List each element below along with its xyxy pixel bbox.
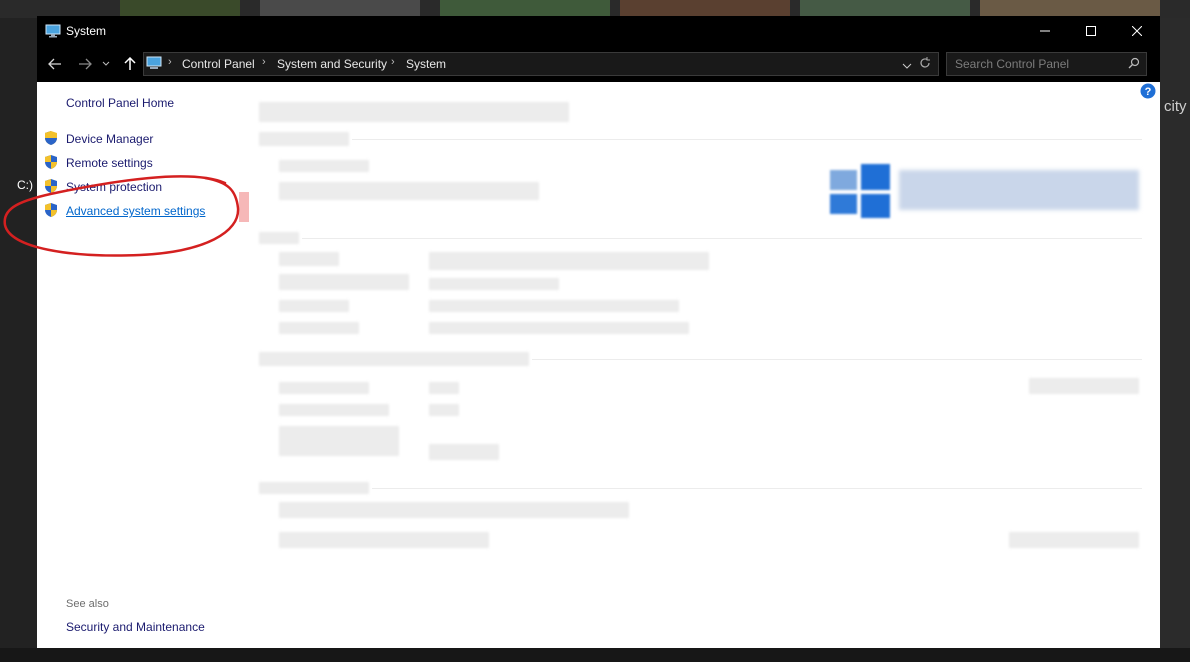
- city-label: city: [1164, 98, 1187, 115]
- up-button[interactable]: [119, 54, 141, 74]
- refresh-icon[interactable]: [919, 56, 931, 73]
- divider: [302, 238, 1142, 239]
- breadcrumb-control-panel[interactable]: Control Panel: [182, 57, 255, 71]
- blurred-value: [429, 300, 679, 312]
- blurred-heading: [259, 102, 569, 122]
- back-button[interactable]: [44, 54, 66, 74]
- desktop-bottom-strip: [0, 648, 1190, 662]
- system-window: System › Control Panel › System and Secu…: [37, 16, 1160, 648]
- security-and-maintenance-link[interactable]: Security and Maintenance: [66, 620, 205, 634]
- monitor-icon: [45, 24, 61, 43]
- address-bar[interactable]: › Control Panel › System and Security › …: [143, 52, 939, 76]
- title-bar[interactable]: System: [37, 16, 1160, 46]
- close-button[interactable]: [1114, 16, 1160, 46]
- blurred-label: [279, 252, 339, 266]
- advanced-system-settings-link[interactable]: Advanced system settings: [66, 204, 205, 218]
- uac-shield-icon: [43, 154, 59, 175]
- blurred-text: [279, 182, 539, 200]
- blurred-section-label: [259, 132, 349, 146]
- blurred-value: [429, 278, 559, 290]
- system-info-content-blurred: [257, 82, 1147, 582]
- uac-shield-icon: [43, 202, 59, 223]
- uac-shield-icon: [43, 178, 59, 199]
- divider: [372, 488, 1142, 489]
- address-dropdown-chevron-icon[interactable]: [902, 59, 912, 73]
- recent-locations-chevron-icon[interactable]: [99, 54, 113, 74]
- blurred-section-label: [259, 352, 529, 366]
- blurred-label: [279, 300, 349, 312]
- blurred-value: [429, 404, 459, 416]
- blurred-text: [279, 502, 629, 518]
- highlight-mark: [239, 192, 249, 222]
- breadcrumb-separator-icon: ›: [391, 56, 395, 68]
- breadcrumb-separator-icon: ›: [168, 56, 172, 68]
- blurred-value: [429, 444, 499, 460]
- blurred-label: [279, 426, 399, 456]
- blurred-value: [429, 382, 459, 394]
- control-panel-home-link[interactable]: Control Panel Home: [66, 96, 174, 110]
- blurred-link: [1029, 378, 1139, 394]
- remote-settings-link[interactable]: Remote settings: [66, 156, 153, 170]
- blurred-value: [429, 252, 709, 270]
- blurred-section-label: [259, 482, 369, 494]
- search-icon[interactable]: [1128, 57, 1140, 72]
- search-placeholder: Search Control Panel: [955, 57, 1070, 71]
- breadcrumb-separator-icon: ›: [262, 56, 266, 68]
- system-protection-link[interactable]: System protection: [66, 180, 162, 194]
- drive-label: C:): [17, 178, 33, 192]
- window-title: System: [66, 24, 107, 38]
- navigation-bar: › Control Panel › System and Security › …: [37, 46, 1160, 82]
- divider: [352, 139, 1142, 140]
- divider: [532, 359, 1142, 360]
- blurred-label: [279, 274, 409, 290]
- blurred-label: [279, 404, 389, 416]
- search-input[interactable]: Search Control Panel: [946, 52, 1147, 76]
- breadcrumb-system[interactable]: System: [406, 57, 446, 71]
- desktop-right-strip: city: [1160, 18, 1190, 662]
- windows-brand-text-blurred: [899, 170, 1139, 210]
- blurred-link: [1009, 532, 1139, 548]
- blurred-section-label: [259, 232, 299, 244]
- forward-button[interactable]: [74, 54, 96, 74]
- blurred-value: [429, 322, 689, 334]
- see-also-heading: See also: [66, 598, 109, 610]
- blurred-text: [279, 532, 489, 548]
- control-panel-icon: [146, 56, 162, 73]
- maximize-button[interactable]: [1068, 16, 1114, 46]
- left-task-pane: Control Panel Home Device Manager Remote…: [37, 82, 237, 648]
- windows-logo: [830, 160, 890, 225]
- minimize-button[interactable]: [1022, 16, 1068, 46]
- breadcrumb-system-and-security[interactable]: System and Security: [277, 57, 387, 71]
- blurred-label: [279, 322, 359, 334]
- uac-shield-icon: [43, 130, 59, 151]
- desktop-left-strip: C:): [0, 18, 37, 662]
- device-manager-link[interactable]: Device Manager: [66, 132, 153, 146]
- blurred-label: [279, 382, 369, 394]
- blurred-text: [279, 160, 369, 172]
